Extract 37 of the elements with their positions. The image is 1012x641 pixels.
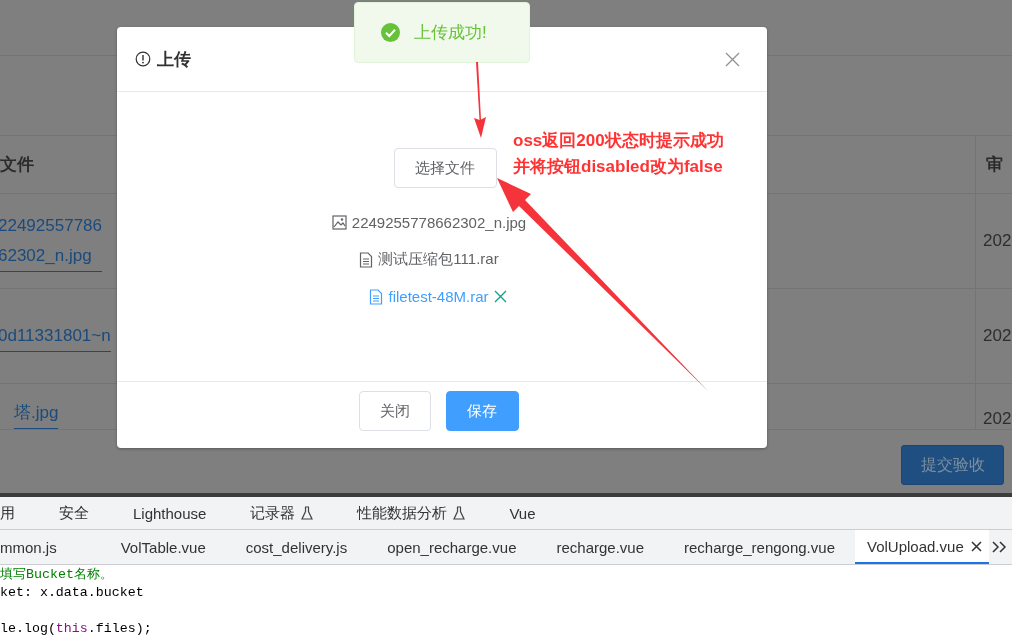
- column-header: 审: [975, 136, 1012, 194]
- code-line: ket: x.data.bucket: [0, 584, 145, 602]
- image-icon: [331, 215, 347, 230]
- file-tab[interactable]: mmon.js: [0, 530, 101, 564]
- flask-icon: [453, 506, 466, 520]
- toast-message: 上传成功!: [414, 22, 487, 44]
- file-tab[interactable]: cost_delivery.js: [225, 530, 368, 564]
- date-cell: 202: [983, 409, 1012, 429]
- panel-tab[interactable]: 记录器: [228, 503, 336, 523]
- info-icon: [135, 51, 151, 67]
- panel-tab[interactable]: 性能数据分析: [335, 503, 488, 523]
- document-icon: [359, 251, 374, 268]
- panel-tab[interactable]: Lighthouse: [111, 504, 229, 522]
- panel-tab[interactable]: 用: [0, 503, 37, 523]
- chevrons-icon[interactable]: [990, 540, 1007, 554]
- file-name[interactable]: 测试压缩包111.rar: [378, 250, 499, 269]
- dialog-title: 上传: [157, 48, 191, 71]
- close-icon[interactable]: [970, 540, 982, 552]
- remove-icon[interactable]: [493, 290, 507, 303]
- annotation-text: 并将按钮disabled改为false: [513, 156, 724, 178]
- close-button[interactable]: 关闭: [358, 391, 431, 431]
- file-tab[interactable]: recharge.vue: [536, 530, 665, 564]
- annotation-text: oss返回200状态时提示成功: [513, 130, 724, 152]
- flask-icon: [301, 506, 314, 520]
- code-line: le.log(this.files);: [0, 620, 153, 638]
- file-tab[interactable]: VolUpload.vue: [855, 530, 989, 564]
- file-tab[interactable]: open_recharge.vue: [367, 530, 537, 564]
- date-cell: 202: [983, 231, 1012, 251]
- code-line: 填写Bucket名称。: [0, 566, 114, 584]
- file-tab[interactable]: VolTable.vue: [100, 530, 226, 564]
- file-tab[interactable]: recharge_rengong.vue: [664, 530, 855, 564]
- panel-tab[interactable]: Vue: [487, 504, 558, 522]
- date-cell: 202: [983, 326, 1012, 346]
- choose-file-button[interactable]: 选择文件: [393, 148, 497, 188]
- document-icon: [369, 288, 384, 305]
- file-name[interactable]: 2249255778662302_n.jpg: [351, 214, 527, 231]
- panel-tab[interactable]: 安全: [37, 503, 111, 523]
